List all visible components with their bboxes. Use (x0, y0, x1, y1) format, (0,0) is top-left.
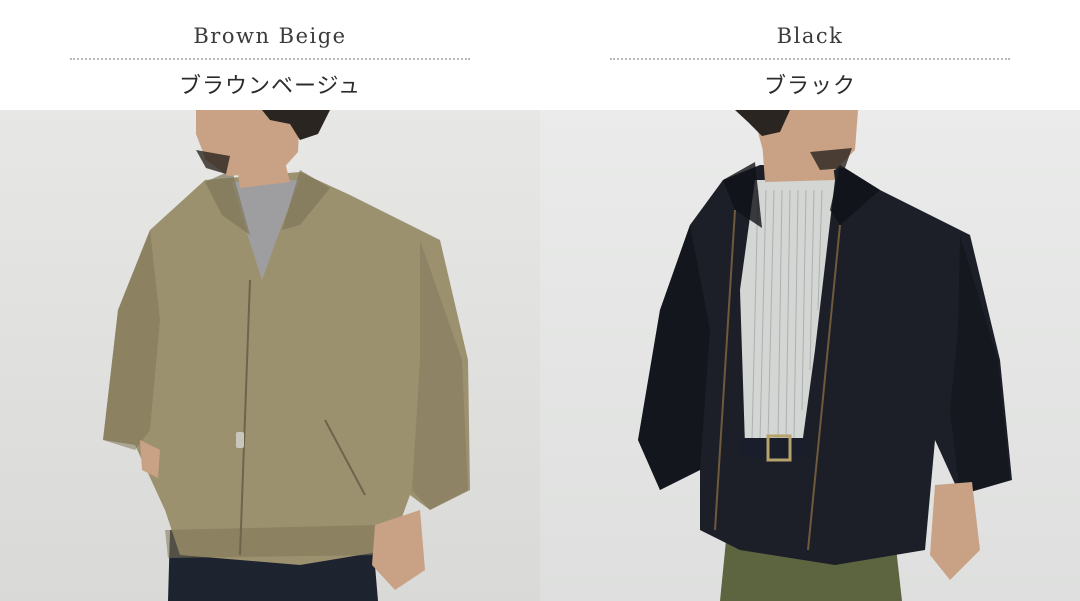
variant-name-en: Brown Beige (193, 24, 347, 48)
model-photo-black (540, 110, 1080, 601)
belt (740, 438, 810, 458)
dotted-divider (70, 58, 470, 60)
model-photo-brown-beige (0, 110, 540, 601)
product-color-comparison: Brown Beige ブラウンベージュ Black ブラック (0, 0, 1080, 601)
variant-panel-brown-beige: Brown Beige ブラウンベージュ (0, 0, 540, 601)
zipper-pull (236, 432, 244, 448)
variant-panel-black: Black ブラック (540, 0, 1080, 601)
model-illustration (0, 110, 540, 601)
dotted-divider (610, 58, 1010, 60)
variant-label: Brown Beige ブラウンベージュ (0, 0, 540, 110)
jacket-hem (165, 525, 378, 558)
variant-name-en: Black (776, 24, 844, 48)
model-illustration (540, 110, 1080, 601)
variant-label: Black ブラック (540, 0, 1080, 110)
variant-name-jp: ブラック (763, 74, 856, 99)
variant-name-jp: ブラウンベージュ (178, 74, 362, 99)
